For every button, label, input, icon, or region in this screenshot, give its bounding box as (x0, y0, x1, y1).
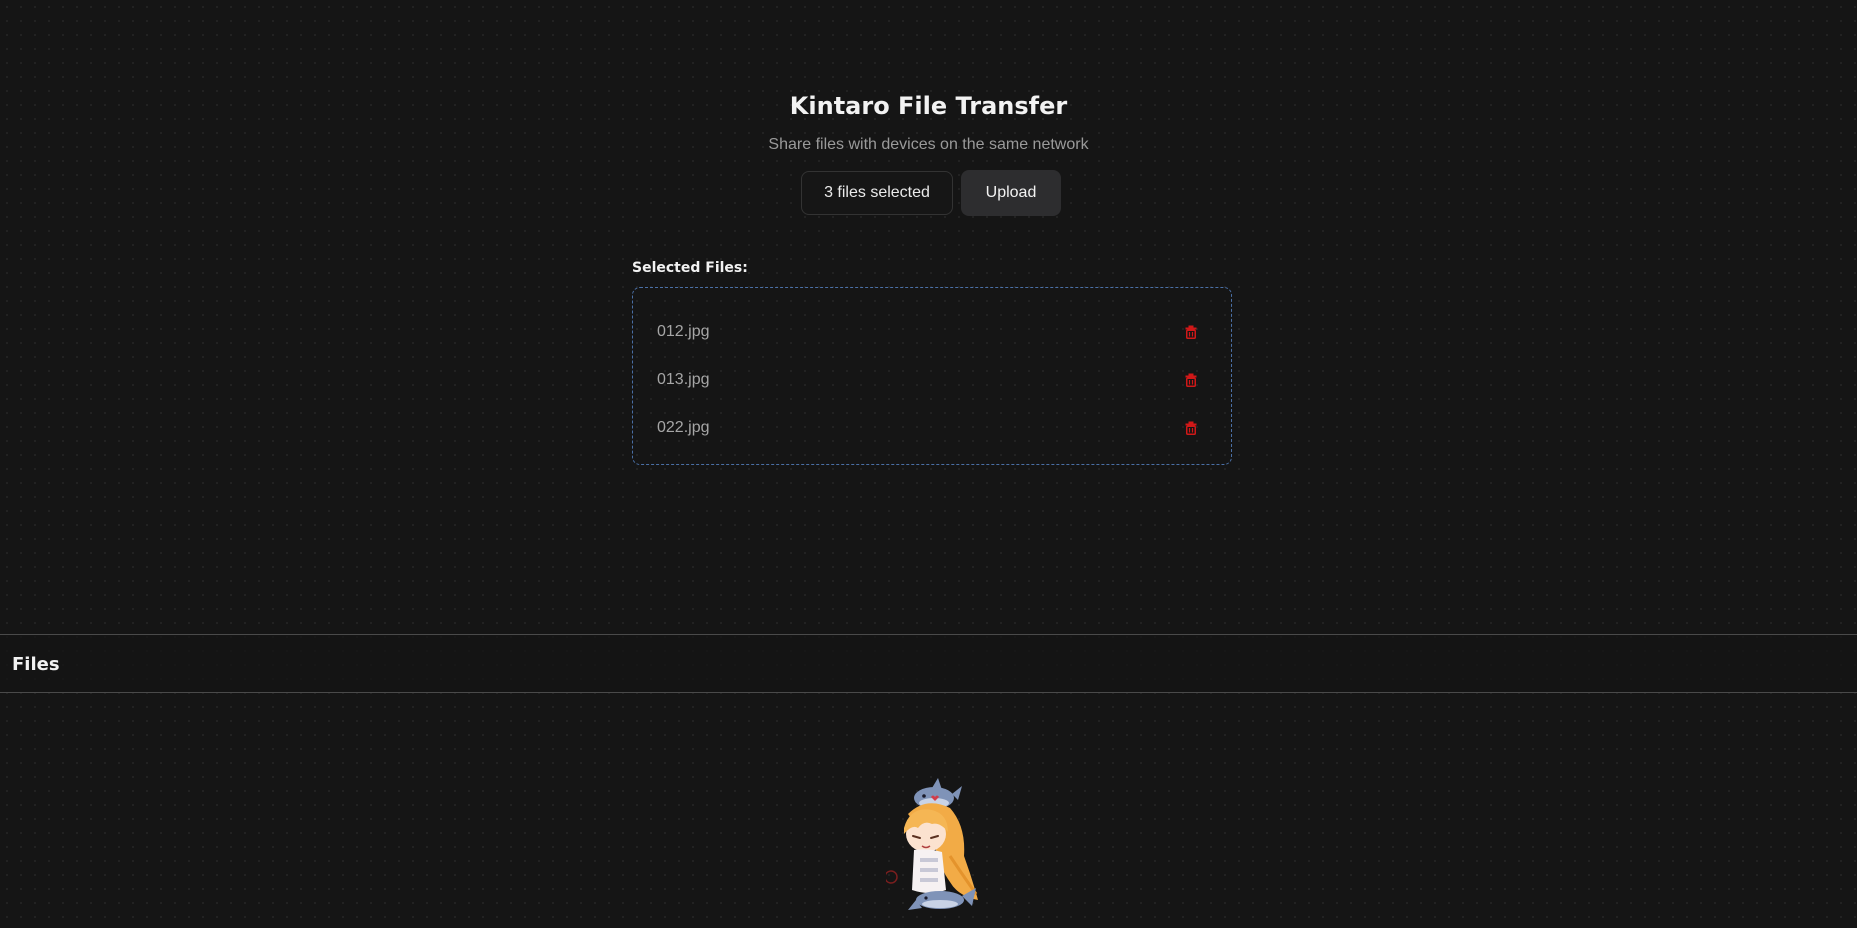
selected-files-heading: Selected Files: (632, 260, 748, 276)
page-subtitle: Share files with devices on the same net… (768, 136, 1089, 153)
trash-icon[interactable] (1185, 373, 1197, 387)
list-item: 012.jpg (657, 308, 1207, 356)
upload-actions: 3 files selected Upload (801, 170, 1061, 216)
file-name: 012.jpg (657, 323, 710, 340)
files-section-title: Files (12, 654, 60, 675)
file-select-button[interactable]: 3 files selected (801, 171, 953, 215)
files-section-header: Files (0, 634, 1857, 693)
file-name: 022.jpg (657, 419, 710, 436)
trash-icon[interactable] (1185, 325, 1197, 339)
list-item: 013.jpg (657, 356, 1207, 404)
upload-panel: Kintaro File Transfer Share files with d… (0, 0, 1857, 634)
file-name: 013.jpg (657, 371, 710, 388)
list-item: 022.jpg (657, 404, 1207, 452)
upload-button[interactable]: Upload (961, 170, 1061, 216)
page-title: Kintaro File Transfer (789, 92, 1068, 120)
mascot-illustration (884, 778, 990, 916)
trash-icon[interactable] (1185, 421, 1197, 435)
selected-files-list: 012.jpg 013.jpg 022.jpg (632, 287, 1232, 465)
